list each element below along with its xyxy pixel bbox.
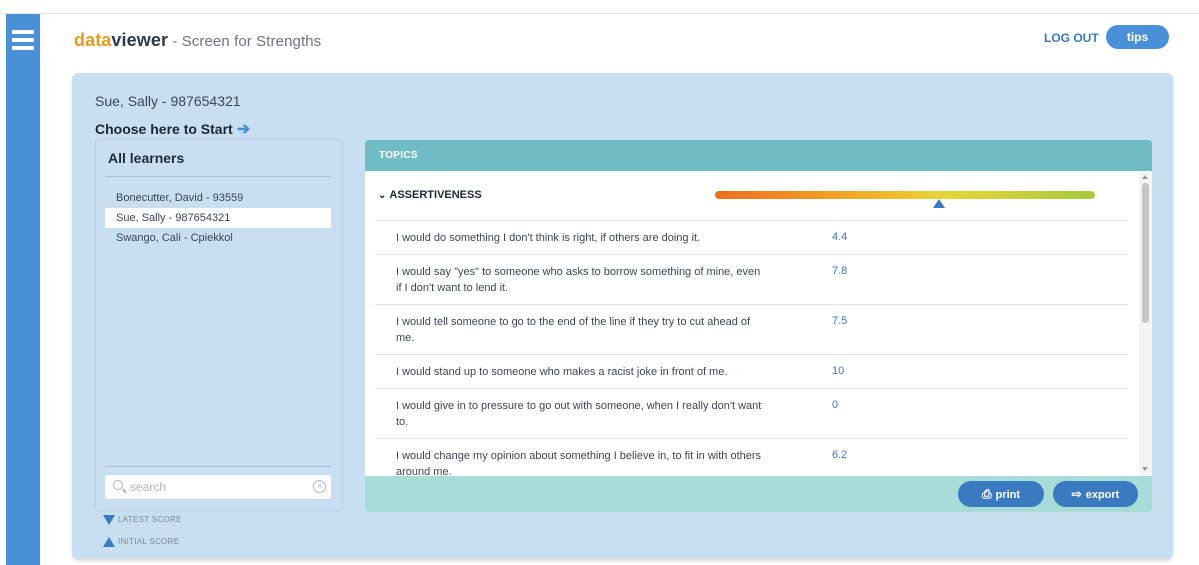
initial-score-marker: [933, 199, 946, 208]
left-sidebar: [6, 14, 40, 565]
question-row: I would do something I don't think is ri…: [375, 221, 1128, 255]
printer-icon: ⎙: [981, 487, 992, 501]
question-score: 4.4: [832, 231, 848, 243]
chevron-down-icon[interactable]: ⌄: [378, 190, 386, 201]
hamburger-icon[interactable]: [12, 30, 34, 50]
topics-footer: ⎙ print ⇨ export: [365, 476, 1152, 512]
question-text: I would say "yes" to someone who asks to…: [396, 266, 761, 294]
scroll-up-icon[interactable]: [1142, 175, 1148, 179]
search-icon: [113, 480, 123, 490]
scroll-down-icon[interactable]: [1142, 467, 1148, 471]
arrow-right-icon: ➔: [236, 121, 251, 138]
legend-latest: LATEST SCORE: [103, 515, 182, 525]
tips-button[interactable]: tips: [1106, 25, 1169, 49]
question-score: 10: [832, 365, 845, 377]
app-title: dataviewer - Screen for Strengths: [74, 30, 321, 51]
print-button[interactable]: ⎙ print: [958, 481, 1044, 507]
question-row: I would change my opinion about somethin…: [375, 439, 1128, 476]
learner-item-selected[interactable]: Sue, Sally - 987654321: [105, 208, 331, 228]
topics-header: TOPICS: [365, 140, 1152, 171]
export-icon: ⇨: [1071, 487, 1082, 501]
initial-score-marker-icon: [103, 537, 115, 547]
topics-panel: TOPICS ⌄ ASSERTIVENESS I would do somethi…: [365, 140, 1152, 512]
question-row: I would tell someone to go to the end of…: [375, 305, 1128, 355]
clear-icon[interactable]: ×: [313, 480, 326, 493]
search-box: ×: [105, 475, 331, 499]
export-button[interactable]: ⇨ export: [1053, 481, 1138, 507]
divider: [105, 176, 331, 177]
logout-link[interactable]: LOG OUT: [1044, 31, 1099, 45]
learners-title: All learners: [108, 150, 185, 166]
brand-data: data: [74, 30, 112, 50]
legend-latest-label: LATEST SCORE: [118, 515, 182, 525]
question-score: 7.5: [832, 315, 848, 327]
export-label: export: [1085, 489, 1120, 501]
question-text: I would do something I don't think is ri…: [396, 232, 701, 244]
topic-title-text: ASSERTIVENESS: [389, 189, 482, 201]
topics-list: ⌄ ASSERTIVENESS I would do something I do…: [365, 171, 1139, 476]
choose-start-label: Choose here to Start ➔: [95, 119, 250, 139]
choose-label-text: Choose here to Start: [95, 121, 233, 137]
question-text: I would tell someone to go to the end of…: [396, 316, 751, 344]
question-row: I would say "yes" to someone who asks to…: [375, 255, 1128, 305]
scrollbar[interactable]: [1139, 171, 1152, 476]
legend-initial: INITIAL SCORE: [103, 537, 179, 547]
question-text: I would give in to pressure to go out wi…: [396, 400, 762, 428]
current-learner: Sue, Sally - 987654321: [95, 93, 241, 109]
brand-viewer: viewer: [111, 30, 169, 50]
search-input[interactable]: [130, 478, 310, 496]
app-subtitle: - Screen for Strengths: [168, 33, 322, 50]
divider: [105, 466, 331, 467]
question-row: I would give in to pressure to go out wi…: [375, 389, 1128, 439]
scroll-thumb[interactable]: [1142, 183, 1149, 323]
question-text: I would stand up to someone who makes a …: [396, 366, 728, 378]
learner-item[interactable]: Bonecutter, David - 93559: [105, 188, 331, 208]
print-label: print: [995, 489, 1021, 501]
question-score: 7.8: [832, 265, 848, 277]
question-row: I would stand up to someone who makes a …: [375, 355, 1128, 389]
question-score: 6.2: [832, 449, 848, 461]
legend-initial-label: INITIAL SCORE: [118, 537, 180, 547]
top-border: [0, 0, 1199, 14]
question-score: 0: [832, 399, 839, 411]
latest-score-marker-icon: [103, 515, 115, 525]
learner-item[interactable]: Swango, Cali - Cpiekkol: [105, 228, 331, 248]
question-text: I would change my opinion about somethin…: [396, 450, 762, 476]
topic-title[interactable]: ⌄ ASSERTIVENESS: [378, 189, 482, 201]
topic-row-assertiveness[interactable]: ⌄ ASSERTIVENESS: [375, 171, 1128, 221]
score-gauge: [715, 191, 1095, 199]
